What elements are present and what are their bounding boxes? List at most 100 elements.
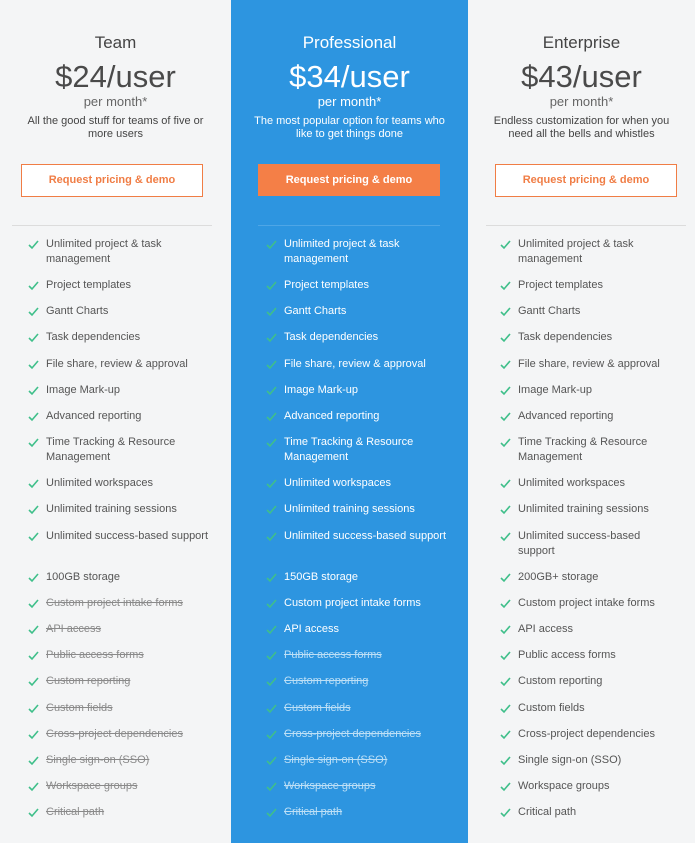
check-icon [500, 240, 511, 250]
plan-header: Enterprise $43/user per month* Endless c… [468, 34, 695, 141]
check-icon [266, 599, 277, 608]
feature-item: Custom reporting [266, 674, 451, 689]
check-icon [266, 782, 277, 792]
plan-name: Enterprise [542, 33, 621, 52]
feature-label: Critical path [46, 806, 105, 819]
feature-label: 150GB storage [284, 570, 358, 583]
check-icon [500, 651, 511, 661]
check-icon [266, 307, 277, 317]
feature-item: Gantt Charts [266, 304, 451, 319]
feature-label: Cross-project dependencies [46, 727, 183, 740]
feature-label: Single sign-on (SSO) [284, 754, 388, 766]
feature-label: Unlimited success-based support [284, 529, 447, 542]
feature-item: Cross-project dependencies [500, 727, 680, 742]
check-icon [28, 704, 39, 713]
check-icon [500, 281, 511, 291]
feature-item: Advanced reporting [28, 409, 213, 424]
feature-label: Unlimited success-based support [518, 529, 641, 557]
feature-item: Cross-project dependencies [28, 727, 213, 742]
feature-label: Task dependencies [284, 331, 379, 344]
check-icon [500, 532, 511, 541]
feature-label: Task dependencies [46, 331, 141, 344]
feature-label: Public access forms [46, 649, 144, 662]
request-pricing-demo-button[interactable]: Request pricing & demo [495, 164, 677, 197]
check-icon [500, 677, 511, 687]
feature-label: Workspace groups [518, 780, 610, 793]
feature-item: Unlimited workspaces [28, 476, 213, 491]
feature-label: Cross-project dependencies [284, 727, 421, 740]
feature-item: 150GB storage [266, 570, 451, 585]
check-icon [266, 532, 277, 541]
feature-item: File share, review & approval [266, 357, 451, 372]
check-icon [500, 333, 511, 343]
feature-label: Advanced reporting [518, 410, 614, 422]
check-icon [28, 505, 39, 515]
feature-label: Project templates [46, 279, 131, 291]
feature-label: Custom reporting [46, 675, 131, 688]
feature-label: Unlimited workspaces [518, 477, 625, 490]
feature-item: API access [500, 622, 680, 637]
plan-price: $24/user [55, 59, 176, 94]
feature-label: Critical path [518, 806, 577, 819]
check-icon [266, 704, 277, 713]
feature-item: Project templates [266, 278, 451, 293]
feature-label: Project templates [518, 279, 603, 291]
check-icon [28, 782, 39, 792]
feature-label: API access [518, 623, 574, 635]
request-pricing-demo-button[interactable]: Request pricing & demo [21, 164, 203, 197]
feature-item: Task dependencies [28, 330, 213, 345]
check-icon [28, 599, 39, 608]
feature-item: Unlimited project & task management [28, 237, 213, 267]
divider [486, 225, 686, 226]
feature-label: Unlimited workspaces [284, 477, 391, 490]
check-icon [28, 756, 39, 766]
plan-period: per month* [317, 94, 382, 109]
plan-period: per month* [549, 94, 614, 109]
feature-label: Custom reporting [518, 675, 603, 688]
feature-item: Time Tracking & Resource Management [500, 435, 680, 465]
feature-item: Custom project intake forms [28, 596, 213, 611]
plan-description: All the good stuff for teams of five or … [27, 115, 204, 140]
plan-team: Team $24/user per month* All the good st… [0, 0, 231, 843]
check-icon [266, 386, 277, 395]
feature-label: Critical path [284, 806, 343, 819]
check-icon [28, 651, 39, 661]
feature-label: Image Mark-up [518, 383, 592, 396]
feature-item: Cross-project dependencies [266, 727, 451, 742]
feature-item: Custom reporting [28, 674, 213, 689]
feature-label: Unlimited training sessions [284, 503, 415, 516]
feature-item: API access [28, 622, 213, 637]
feature-label: Gantt Charts [284, 305, 347, 318]
feature-label: Advanced reporting [46, 410, 142, 422]
feature-label: Unlimited project & task management [284, 238, 400, 265]
feature-item: Image Mark-up [28, 383, 213, 398]
feature-item: Single sign-on (SSO) [28, 753, 213, 768]
check-icon [500, 307, 511, 317]
check-icon [500, 505, 511, 515]
request-pricing-demo-button[interactable]: Request pricing & demo [258, 164, 440, 196]
check-icon [266, 240, 277, 250]
feature-item: Gantt Charts [28, 304, 213, 319]
check-icon [28, 730, 39, 739]
feature-label: Project templates [284, 279, 369, 291]
feature-label: Custom fields [518, 701, 585, 714]
check-icon [500, 625, 511, 635]
feature-item: Custom fields [28, 701, 213, 716]
feature-item: Workspace groups [500, 779, 680, 794]
feature-label: Unlimited project & task management [518, 238, 634, 265]
feature-item: Critical path [266, 805, 451, 820]
check-icon [266, 479, 277, 489]
check-icon [28, 307, 39, 317]
feature-label: Custom project intake forms [518, 596, 655, 609]
feature-label: Public access forms [518, 649, 616, 662]
feature-item: Unlimited training sessions [28, 502, 213, 517]
check-icon [500, 479, 511, 489]
check-icon [28, 532, 39, 541]
plan-price: $34/user [289, 59, 410, 94]
feature-item: 100GB storage [28, 570, 213, 585]
feature-label: Single sign-on (SSO) [518, 754, 622, 766]
feature-label: Unlimited project & task management [46, 238, 162, 265]
feature-item: Custom fields [500, 701, 680, 716]
feature-item: Project templates [500, 278, 680, 293]
feature-item: Public access forms [266, 648, 451, 663]
